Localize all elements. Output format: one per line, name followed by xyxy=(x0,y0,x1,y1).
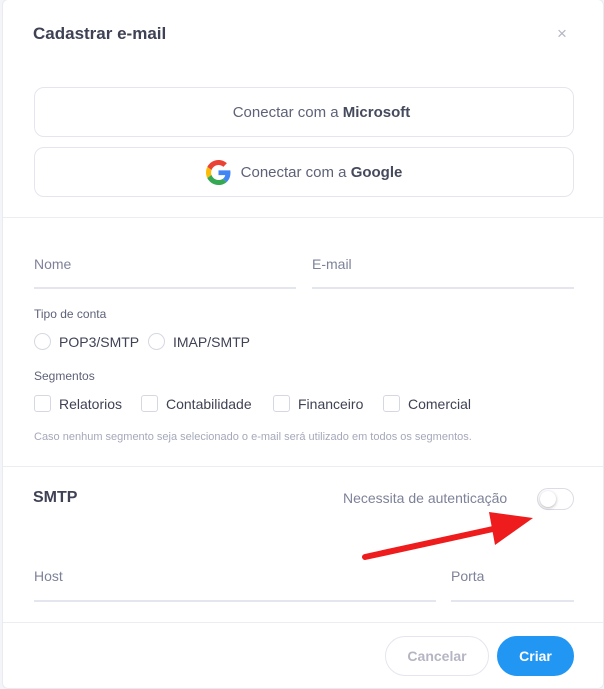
divider xyxy=(3,622,603,623)
host-field-label: Host xyxy=(34,568,63,584)
divider xyxy=(3,466,603,467)
checkbox-box[interactable] xyxy=(34,395,51,412)
auth-required-toggle[interactable] xyxy=(537,488,574,510)
smtp-section-title: SMTP xyxy=(33,489,78,506)
name-field[interactable] xyxy=(34,287,296,289)
email-field[interactable] xyxy=(312,287,574,289)
modal-title: Cadastrar e-mail xyxy=(33,24,167,43)
port-field-label: Porta xyxy=(451,568,485,584)
connect-google-prefix: Conectar com a xyxy=(240,163,351,181)
checkbox-contabilidade[interactable]: Contabilidade xyxy=(141,395,252,412)
auth-required-label: Necessita de autenticação xyxy=(343,490,508,506)
checkbox-comercial[interactable]: Comercial xyxy=(383,395,471,412)
create-button[interactable]: Criar xyxy=(497,636,574,676)
connect-microsoft-prefix: Conectar com a xyxy=(232,103,343,121)
connect-google-brand: Google xyxy=(350,163,403,181)
checkbox-box[interactable] xyxy=(273,395,290,412)
checkbox-label: Financeiro xyxy=(298,395,364,412)
divider xyxy=(3,217,603,218)
port-field[interactable] xyxy=(451,600,574,602)
checkbox-box[interactable] xyxy=(141,395,158,412)
radio-circle[interactable] xyxy=(148,333,165,350)
segments-hint: Caso nenhum segmento seja selecionado o … xyxy=(34,431,472,443)
host-field[interactable] xyxy=(34,600,436,602)
email-field-label: E-mail xyxy=(312,256,352,272)
checkbox-label: Comercial xyxy=(408,395,472,412)
toggle-knob xyxy=(540,490,556,507)
microsoft-logo-icon xyxy=(198,100,223,125)
checkbox-financeiro[interactable]: Financeiro xyxy=(273,395,363,412)
radio-imap-smtp[interactable]: IMAP/SMTP xyxy=(148,333,250,350)
radio-pop3-smtp[interactable]: POP3/SMTP xyxy=(34,333,139,350)
radio-label: IMAP/SMTP xyxy=(173,333,251,350)
connect-microsoft-brand: Microsoft xyxy=(342,103,411,121)
name-field-label: Nome xyxy=(34,256,72,272)
connect-google-button[interactable]: Conectar com a Google xyxy=(34,147,574,197)
radio-label: POP3/SMTP xyxy=(59,333,140,350)
radio-circle[interactable] xyxy=(34,333,51,350)
register-email-modal: Cadastrar e-mail × Conectar com a Micros… xyxy=(3,0,603,688)
checkbox-box[interactable] xyxy=(383,395,400,412)
segments-label: Segmentos xyxy=(34,369,95,383)
checkbox-label: Contabilidade xyxy=(166,395,252,412)
google-logo-icon xyxy=(205,159,231,185)
checkbox-relatorios[interactable]: Relatorios xyxy=(34,395,122,412)
close-icon[interactable]: × xyxy=(557,24,567,44)
account-type-label: Tipo de conta xyxy=(34,307,107,321)
checkbox-label: Relatorios xyxy=(59,395,123,412)
connect-microsoft-button[interactable]: Conectar com a Microsoft xyxy=(34,87,574,137)
cancel-button[interactable]: Cancelar xyxy=(385,636,489,676)
